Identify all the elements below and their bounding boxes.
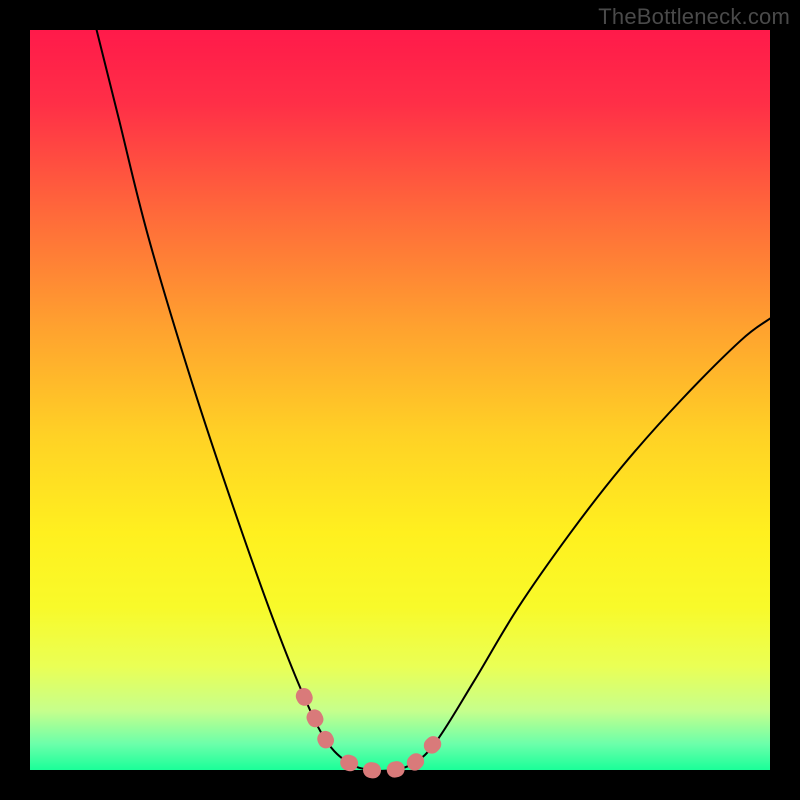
chart-frame: TheBottleneck.com xyxy=(0,0,800,800)
chart-svg xyxy=(0,0,800,800)
plot-area xyxy=(30,30,770,770)
watermark-text: TheBottleneck.com xyxy=(598,4,790,30)
